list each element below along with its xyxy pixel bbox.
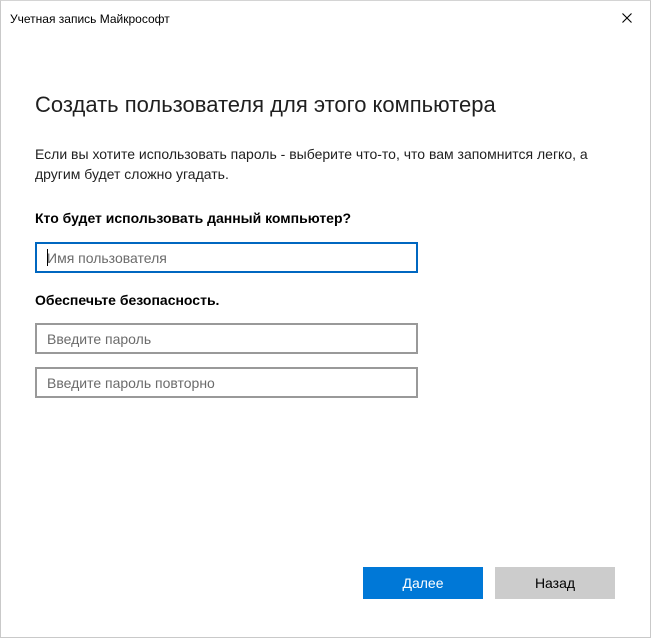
title-bar: Учетная запись Майкрософт: [1, 1, 650, 35]
close-icon: [622, 13, 632, 23]
page-description: Если вы хотите использовать пароль - выб…: [35, 146, 588, 182]
who-will-use-label: Кто будет использовать данный компьютер?: [35, 210, 352, 226]
page-heading: Создать пользователя для этого компьютер…: [35, 92, 496, 117]
password-field[interactable]: [35, 323, 418, 354]
security-label: Обеспечьте безопасность.: [35, 292, 220, 308]
window-title: Учетная запись Майкрософт: [10, 12, 170, 26]
back-button[interactable]: Назад: [495, 567, 615, 599]
microsoft-account-dialog: Учетная запись Майкрософт Создать пользо…: [0, 0, 651, 638]
next-button[interactable]: Далее: [363, 567, 483, 599]
password-repeat-field[interactable]: [35, 367, 418, 398]
text-caret: [47, 249, 48, 266]
username-field[interactable]: [35, 242, 418, 273]
close-button[interactable]: [604, 1, 650, 35]
